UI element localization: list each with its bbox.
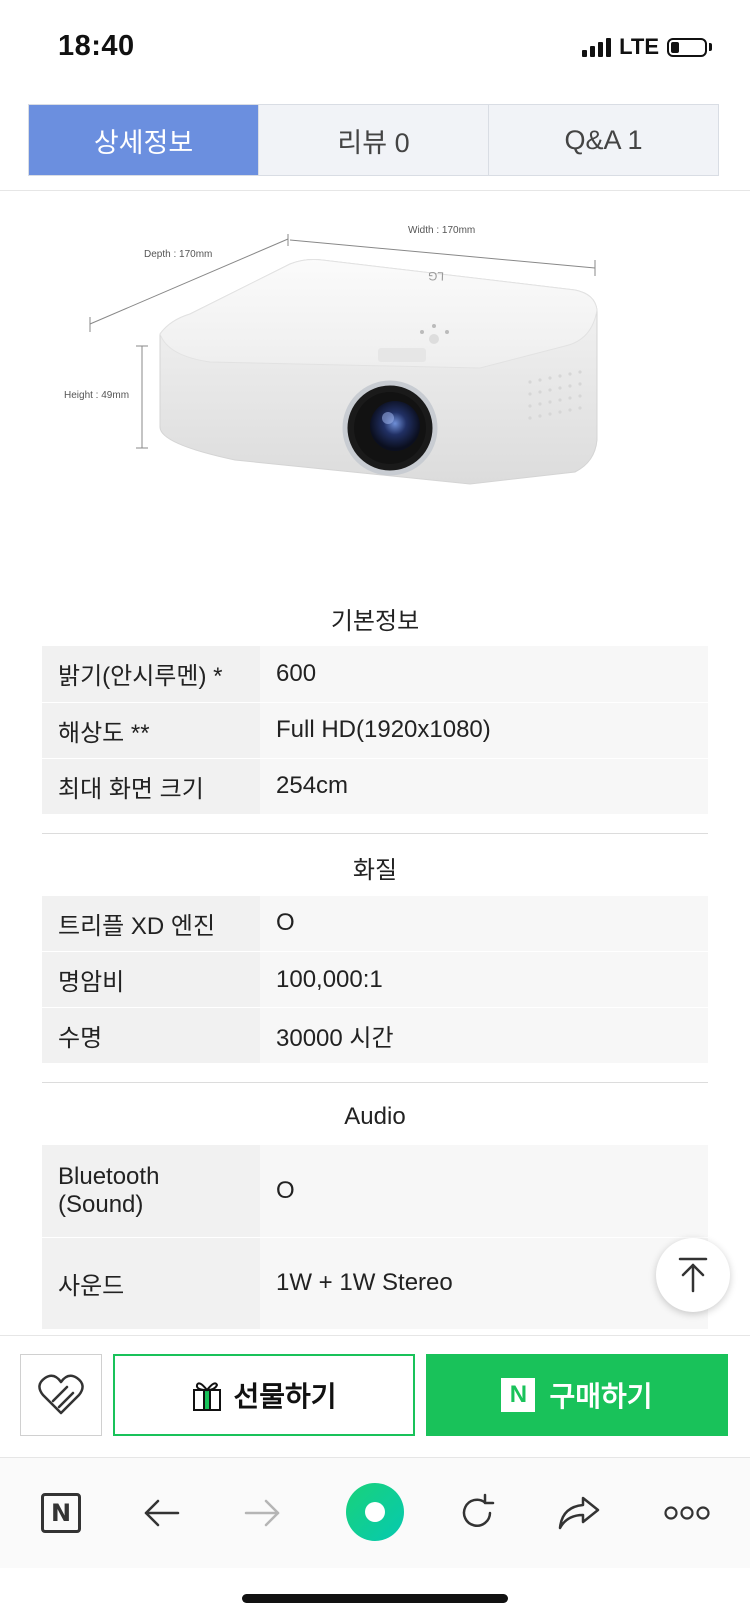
table-row: 수명 30000 시간 <box>42 1007 708 1064</box>
naver-pay-icon: N <box>501 1378 536 1412</box>
green-dot-icon <box>346 1483 404 1541</box>
section-title-basic: 기본정보 <box>330 607 420 635</box>
network-label: LTE <box>619 34 659 59</box>
spec-key: 최대 화면 크기 <box>42 758 260 815</box>
spec-value: Full HD(1920x1080) <box>260 702 708 759</box>
section-title-quality: 화질 <box>352 857 398 884</box>
spec-value: 100,000:1 <box>260 951 708 1008</box>
tabs-divider <box>0 190 750 191</box>
share-button[interactable] <box>548 1482 610 1544</box>
product-image: Depth : 170mm Width : 170mm Height : 49m… <box>64 225 598 485</box>
buy-button[interactable]: N 구매하기 <box>426 1354 728 1436</box>
gift-label: 선물하기 <box>233 1381 337 1412</box>
home-indicator[interactable] <box>242 1594 508 1603</box>
spec-value: 600 <box>260 646 708 703</box>
battery-icon <box>667 37 707 57</box>
table-row: 해상도 ** Full HD(1920x1080) <box>42 702 708 759</box>
forward-button[interactable] <box>231 1482 293 1544</box>
battery-tip <box>709 43 712 51</box>
arrow-right-icon <box>244 1499 280 1527</box>
width-label: Width : 170mm <box>408 225 475 236</box>
spec-value: 1W + 1W Stereo <box>260 1237 708 1330</box>
spec-value: O <box>260 895 708 952</box>
heart-icon <box>38 1374 84 1415</box>
refresh-button[interactable] <box>446 1482 508 1544</box>
status-bar: 18:40 LTE <box>0 0 750 96</box>
spec-table-audio: Bluetooth (Sound) O 사운드 1W + 1W Stereo <box>42 1145 708 1330</box>
tab-details[interactable]: 상세정보 <box>29 105 258 175</box>
arrow-up-icon <box>678 1257 708 1293</box>
more-icon <box>664 1506 710 1520</box>
table-row: 최대 화면 크기 254cm <box>42 758 708 815</box>
spec-key: 명암비 <box>42 951 260 1008</box>
section-title-audio: Audio <box>344 1103 406 1130</box>
spec-value: O <box>260 1145 708 1238</box>
spec-value: 254cm <box>260 758 708 815</box>
more-button[interactable] <box>656 1482 718 1544</box>
spec-value: 30000 시간 <box>260 1007 708 1064</box>
naver-home-icon: N <box>41 1493 81 1533</box>
spec-table-basic: 밝기(안시루멘) * 600 해상도 ** Full HD(1920x1080)… <box>42 646 708 815</box>
table-row: 명암비 100,000:1 <box>42 951 708 1008</box>
buy-label: 구매하기 <box>549 1381 653 1412</box>
tab-reviews[interactable]: 리뷰 0 <box>258 105 488 175</box>
brand-logo: LG <box>428 269 444 284</box>
gift-icon <box>193 1382 222 1411</box>
section-divider <box>42 832 708 834</box>
back-button[interactable] <box>131 1482 193 1544</box>
refresh-icon <box>462 1493 495 1527</box>
height-label: Height : 49mm <box>64 390 129 401</box>
wishlist-button[interactable] <box>20 1354 102 1436</box>
table-row: 밝기(안시루멘) * 600 <box>42 646 708 703</box>
purchase-bar: 선물하기 N 구매하기 <box>0 1335 750 1456</box>
share-icon <box>558 1496 600 1530</box>
green-dot-button[interactable] <box>344 1481 406 1543</box>
status-time: 18:40 <box>58 30 135 62</box>
detail-tabs: 상세정보 리뷰 0 Q&A 1 <box>28 104 719 176</box>
signal-icon <box>582 37 612 57</box>
status-indicators: LTE <box>582 34 712 60</box>
section-divider <box>42 1082 708 1083</box>
spec-key: 수명 <box>42 1007 260 1064</box>
spec-key: 사운드 <box>42 1237 260 1330</box>
tab-qna[interactable]: Q&A 1 <box>488 105 718 175</box>
scroll-to-top-button[interactable] <box>656 1238 730 1312</box>
depth-label: Depth : 170mm <box>144 249 212 260</box>
arrow-left-icon <box>144 1499 180 1527</box>
gift-button[interactable]: 선물하기 <box>113 1354 415 1436</box>
spec-key: 트리플 XD 엔진 <box>42 895 260 952</box>
spec-area: 기본정보 밝기(안시루멘) * 600 해상도 ** Full HD(1920x… <box>42 590 708 1330</box>
table-row: Bluetooth (Sound) O <box>42 1145 708 1238</box>
naver-home-button[interactable]: N <box>30 1482 92 1544</box>
spec-key: Bluetooth (Sound) <box>42 1145 260 1238</box>
spec-key: 해상도 ** <box>42 702 260 759</box>
spec-key: 밝기(안시루멘) * <box>42 646 260 703</box>
browser-toolbar: N <box>0 1457 750 1568</box>
spec-table-quality: 트리플 XD 엔진 O 명암비 100,000:1 수명 30000 시간 <box>42 895 708 1064</box>
table-row: 트리플 XD 엔진 O <box>42 895 708 952</box>
table-row: 사운드 1W + 1W Stereo <box>42 1237 708 1330</box>
